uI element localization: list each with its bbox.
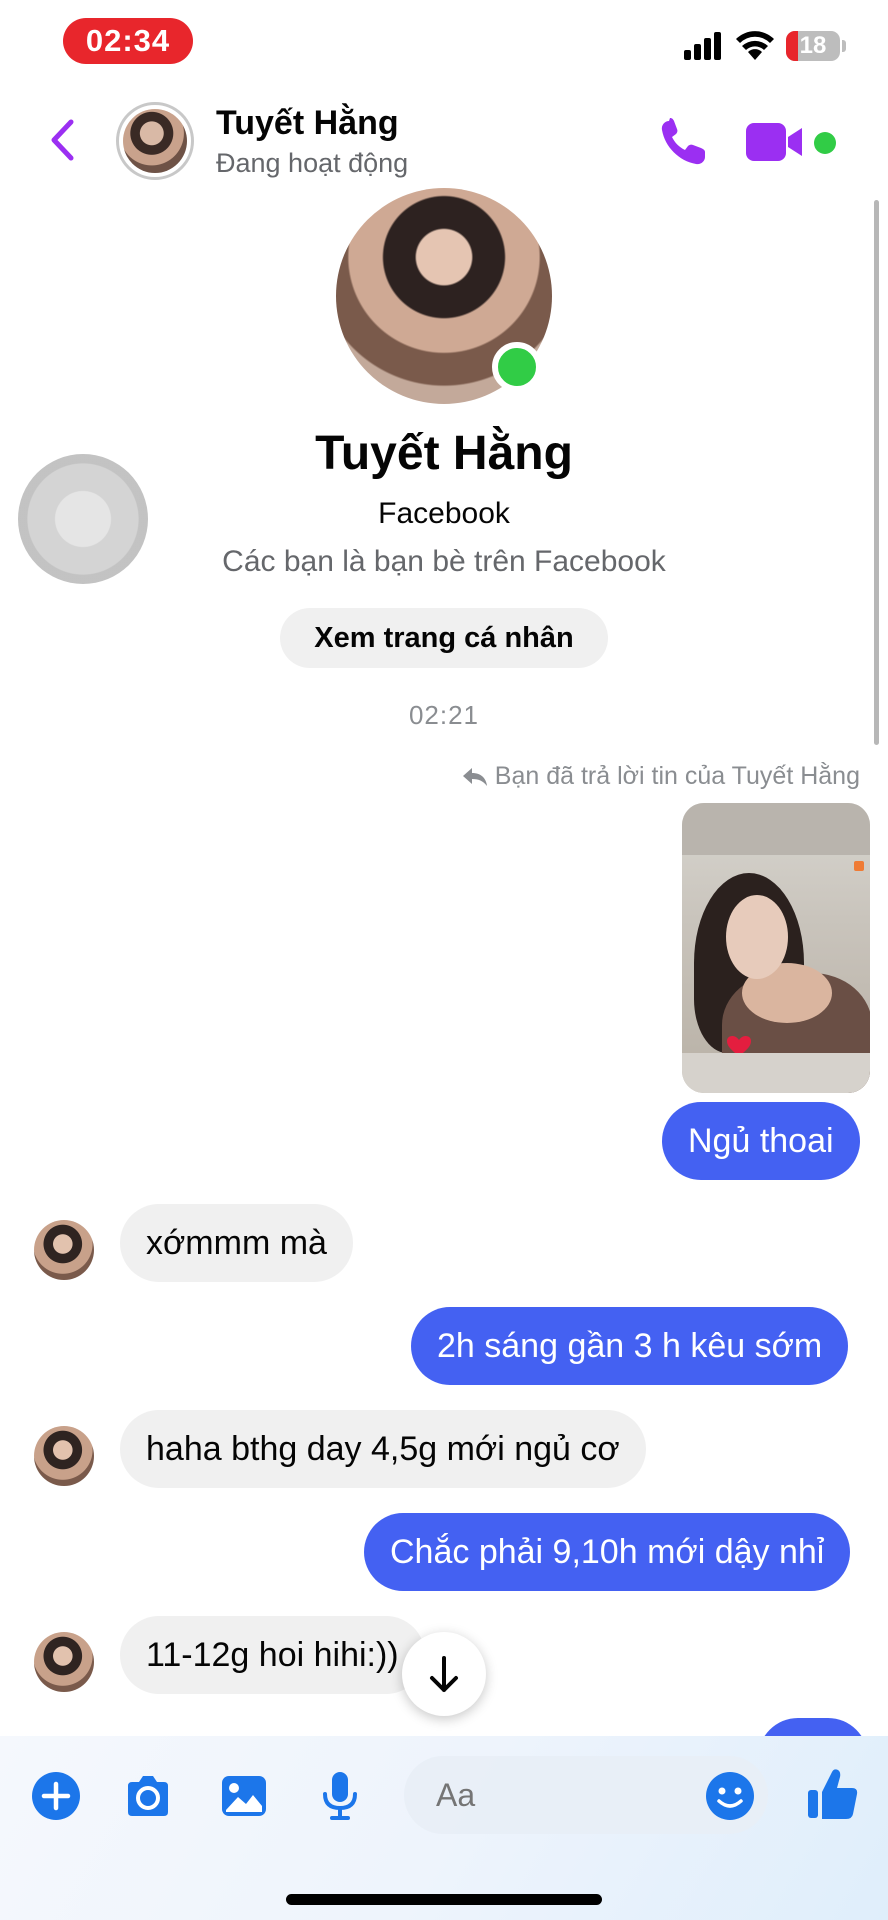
outgoing-message[interactable]: 2h sáng gần 3 h kêu sớm (411, 1307, 849, 1385)
home-indicator[interactable] (286, 1894, 602, 1905)
active-now-dot (814, 132, 836, 154)
camera-icon[interactable] (122, 1770, 174, 1822)
replied-story-image[interactable] (682, 803, 870, 1093)
status-time: 02:34 (63, 18, 193, 64)
battery-cap (842, 40, 846, 52)
battery-icon: 18 (786, 31, 840, 61)
image-badge (854, 861, 864, 871)
back-button[interactable] (38, 110, 88, 170)
incoming-message[interactable]: xớmmm mà (120, 1204, 353, 1282)
battery-level: 18 (799, 32, 827, 59)
avatar (123, 109, 187, 173)
assistive-touch-button[interactable] (18, 454, 148, 584)
cellular-signal-icon (684, 30, 724, 60)
view-profile-button[interactable]: Xem trang cá nhân (280, 608, 608, 668)
gallery-icon[interactable] (218, 1770, 270, 1822)
incoming-message[interactable]: haha bthg day 4,5g mới ngủ cơ (120, 1410, 646, 1488)
incoming-message[interactable]: 11-12g hoi hihi:)) (120, 1616, 425, 1694)
arrow-down-icon (430, 1656, 458, 1692)
like-icon[interactable] (806, 1766, 860, 1822)
scroll-to-bottom-button[interactable] (402, 1632, 486, 1716)
sender-avatar[interactable] (34, 1426, 94, 1486)
image-bottom-band (682, 1053, 870, 1093)
contact-name[interactable]: Tuyết Hằng (216, 104, 399, 143)
image-subject-face (726, 895, 788, 979)
reply-icon (462, 768, 487, 787)
sender-avatar[interactable] (34, 1632, 94, 1692)
message-timestamp: 02:21 (408, 700, 480, 730)
reply-note-text: Bạn đã trả lời tin của Tuyết Hằng (494, 762, 860, 790)
outgoing-message[interactable]: Chắc phải 9,10h mới dậy nhỉ (364, 1513, 851, 1591)
chat-header: Tuyết Hằng Đang hoạt động (0, 90, 888, 190)
message-composer (0, 1736, 888, 1920)
emoji-icon[interactable] (704, 1770, 756, 1822)
profile-name: Tuyết Hằng (315, 427, 573, 480)
outgoing-message[interactable]: Ngủ thoai (662, 1102, 860, 1180)
image-background (682, 803, 870, 855)
voice-call-button[interactable] (655, 115, 711, 171)
header-avatar[interactable] (116, 102, 194, 180)
status-bar: 02:34 18 (0, 0, 888, 90)
sender-avatar[interactable] (34, 1220, 94, 1280)
online-indicator (492, 342, 542, 392)
reply-note: Bạn đã trả lời tin của Tuyết Hằng (461, 762, 860, 791)
contact-status: Đang hoạt động (216, 148, 409, 178)
wifi-icon (736, 31, 774, 60)
add-icon[interactable] (30, 1770, 82, 1822)
video-call-button[interactable] (744, 117, 806, 167)
microphone-icon[interactable] (314, 1770, 366, 1822)
